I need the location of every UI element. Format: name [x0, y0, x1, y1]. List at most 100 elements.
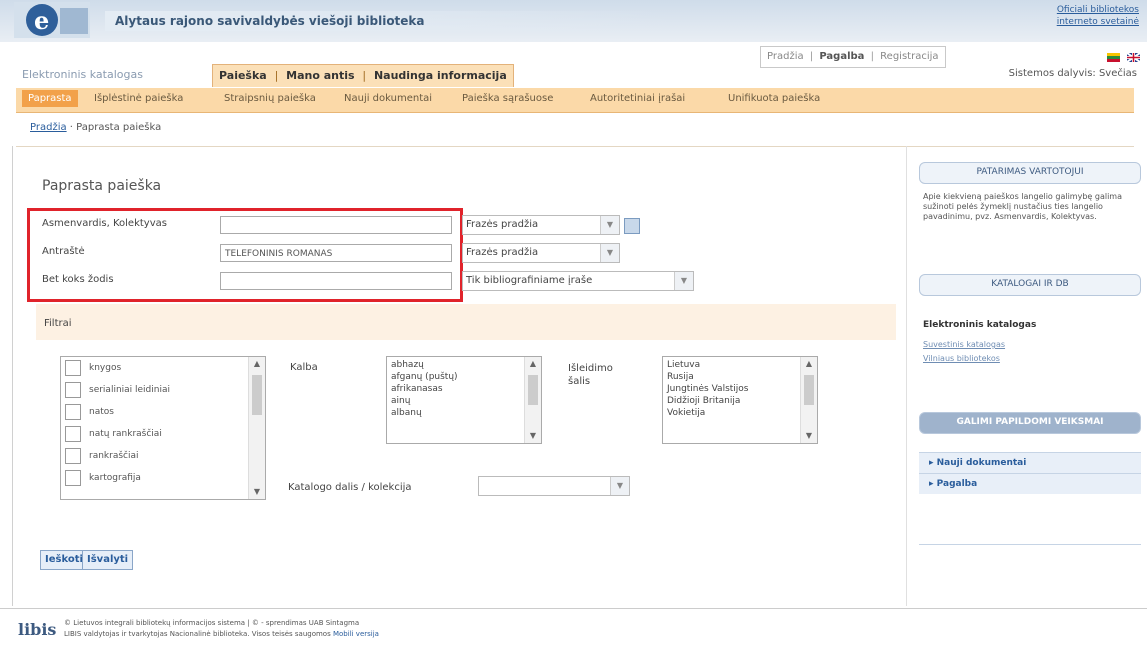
list-item[interactable]: albanų [387, 407, 541, 419]
filters-label: Filtrai [44, 318, 72, 329]
list-item[interactable]: Rusija [663, 371, 817, 383]
scrollbar[interactable]: ▲ ▼ [248, 357, 265, 499]
subtab-authority-records[interactable]: Autoritetiniai įrašai [590, 93, 685, 104]
document-type-list[interactable]: knygos serialiniai leidiniai natos natų … [60, 356, 266, 500]
list-item[interactable]: Jungtinės Valstijos [663, 383, 817, 395]
divider [0, 608, 1147, 609]
search-type-nav: Paprasta Išplėstinė paieška Straipsnių p… [16, 88, 1134, 113]
title-field[interactable]: TELEFONINIS ROMANAS [220, 244, 452, 262]
any-word-field[interactable] [220, 272, 452, 290]
list-item[interactable]: serialiniai leidiniai [61, 379, 265, 401]
author-field-label: Asmenvardis, Kolektyvas [42, 218, 167, 229]
action-new-documents[interactable]: ▸ Nauji dokumentai [919, 452, 1141, 473]
subtab-unified-search[interactable]: Unifikuota paieška [728, 93, 820, 104]
catalog-link[interactable]: Suvestinis katalogas [923, 338, 1137, 352]
scrollbar-thumb[interactable] [804, 375, 814, 405]
type-label: knygos [89, 363, 122, 373]
country-list[interactable]: Lietuva Rusija Jungtinės Valstijos Didži… [662, 356, 818, 444]
search-heading: Paprasta paieška [42, 178, 162, 194]
action-help[interactable]: ▸ Pagalba [919, 473, 1141, 494]
subtab-articles[interactable]: Straipsnių paieška [224, 93, 316, 104]
language-list[interactable]: abhazų afganų (puštų) afrikanasas ainų a… [386, 356, 542, 444]
author-field[interactable] [220, 216, 452, 234]
list-item[interactable]: knygos [61, 357, 265, 379]
tab-useful-info[interactable]: Naudinga informacija [374, 69, 507, 82]
language-flags [1104, 50, 1140, 63]
footer-owner-text: LIBIS valdytojas ir tvarkytojas Nacional… [64, 630, 331, 638]
chevron-up-icon[interactable]: ▲ [249, 357, 265, 371]
filters-bar [36, 304, 896, 340]
list-item[interactable]: kartografija [61, 467, 265, 489]
register-link[interactable]: Registracija [880, 51, 938, 62]
type-label: natų rankraščiai [89, 429, 162, 439]
chevron-down-icon[interactable]: ▼ [801, 429, 817, 443]
type-label: rankraščiai [89, 451, 139, 461]
chevron-down-icon[interactable]: ▼ [610, 477, 629, 495]
checkbox[interactable] [65, 403, 81, 420]
chevron-down-icon[interactable]: ▼ [600, 216, 619, 234]
lithuanian-flag-icon[interactable] [1107, 52, 1120, 62]
breadcrumb-home-link[interactable]: Pradžia [30, 122, 67, 133]
tab-search[interactable]: Paieška [219, 69, 267, 82]
separator: | [362, 69, 367, 82]
official-website-link[interactable]: Oficiali bibliotekos interneto svetainė [1057, 4, 1139, 28]
scrollbar-thumb[interactable] [252, 375, 262, 415]
checkbox[interactable] [65, 447, 81, 464]
browse-index-icon[interactable] [624, 218, 640, 234]
scrollbar[interactable]: ▲ ▼ [524, 357, 541, 443]
collection-label: Katalogo dalis / kolekcija [288, 482, 412, 493]
subtab-list-search[interactable]: Paieška sąrašuose [462, 93, 553, 104]
country-label-line2: šalis [568, 376, 591, 387]
list-item[interactable]: ainų [387, 395, 541, 407]
title-mode-value: Frazės pradžia [466, 247, 539, 258]
list-item[interactable]: rankraščiai [61, 445, 265, 467]
home-link[interactable]: Pradžia [767, 51, 804, 62]
chevron-down-icon[interactable]: ▼ [600, 244, 619, 262]
subtab-new-documents[interactable]: Nauji dokumentai [344, 93, 432, 104]
any-word-mode-select[interactable]: Tik bibliografiniame įraše ▼ [462, 271, 694, 291]
list-item[interactable]: natų rankraščiai [61, 423, 265, 445]
help-link[interactable]: Pagalba [819, 51, 864, 62]
author-mode-value: Frazės pradžia [466, 219, 539, 230]
catalogs-heading[interactable]: KATALOGAI IR DB [919, 274, 1141, 296]
tab-my-items[interactable]: Mano antis [286, 69, 354, 82]
subtab-simple[interactable]: Paprasta [22, 90, 78, 107]
catalog-link[interactable]: Vilniaus bibliotekos [923, 352, 1137, 366]
divider [16, 146, 1134, 147]
english-flag-icon[interactable] [1126, 52, 1140, 62]
list-item[interactable]: natos [61, 401, 265, 423]
collection-select[interactable]: ▼ [478, 476, 630, 496]
type-label: kartografija [89, 473, 141, 483]
checkbox[interactable] [65, 425, 81, 442]
checkbox[interactable] [65, 359, 81, 376]
checkbox[interactable] [65, 381, 81, 398]
scrollbar-thumb[interactable] [528, 375, 538, 405]
list-item[interactable]: Vokietija [663, 407, 817, 419]
subtab-advanced[interactable]: Išplėstinė paieška [94, 93, 183, 104]
list-item[interactable]: abhazų [387, 359, 541, 371]
type-label: serialiniai leidiniai [89, 385, 170, 395]
title-mode-select[interactable]: Frazės pradžia ▼ [462, 243, 620, 263]
chevron-down-icon[interactable]: ▼ [674, 272, 693, 290]
checkbox[interactable] [65, 469, 81, 486]
list-item[interactable]: afganų (puštų) [387, 371, 541, 383]
official-link-line1[interactable]: Oficiali bibliotekos [1057, 4, 1139, 16]
author-mode-select[interactable]: Frazės pradžia ▼ [462, 215, 620, 235]
chevron-up-icon[interactable]: ▲ [801, 357, 817, 371]
search-button[interactable]: Ieškoti [40, 550, 88, 570]
list-item[interactable]: Lietuva [663, 359, 817, 371]
clear-button[interactable]: Išvalyti [82, 550, 134, 570]
scrollbar[interactable]: ▲ ▼ [800, 357, 817, 443]
any-word-field-label: Bet koks žodis [42, 274, 114, 285]
list-item[interactable]: Didžioji Britanija [663, 395, 817, 407]
mobile-version-link[interactable]: Mobili versija [333, 630, 379, 638]
chevron-up-icon[interactable]: ▲ [525, 357, 541, 371]
catalogs-box: KATALOGAI IR DB Elektroninis katalogas S… [919, 274, 1141, 366]
separator: | [870, 51, 874, 62]
chevron-down-icon[interactable]: ▼ [249, 485, 265, 499]
official-link-line2[interactable]: interneto svetainė [1057, 16, 1139, 28]
list-item[interactable]: afrikanasas [387, 383, 541, 395]
site-logo[interactable]: e [14, 2, 90, 38]
participant-label: Sistemos dalyvis: Svečias [1008, 68, 1137, 79]
chevron-down-icon[interactable]: ▼ [525, 429, 541, 443]
